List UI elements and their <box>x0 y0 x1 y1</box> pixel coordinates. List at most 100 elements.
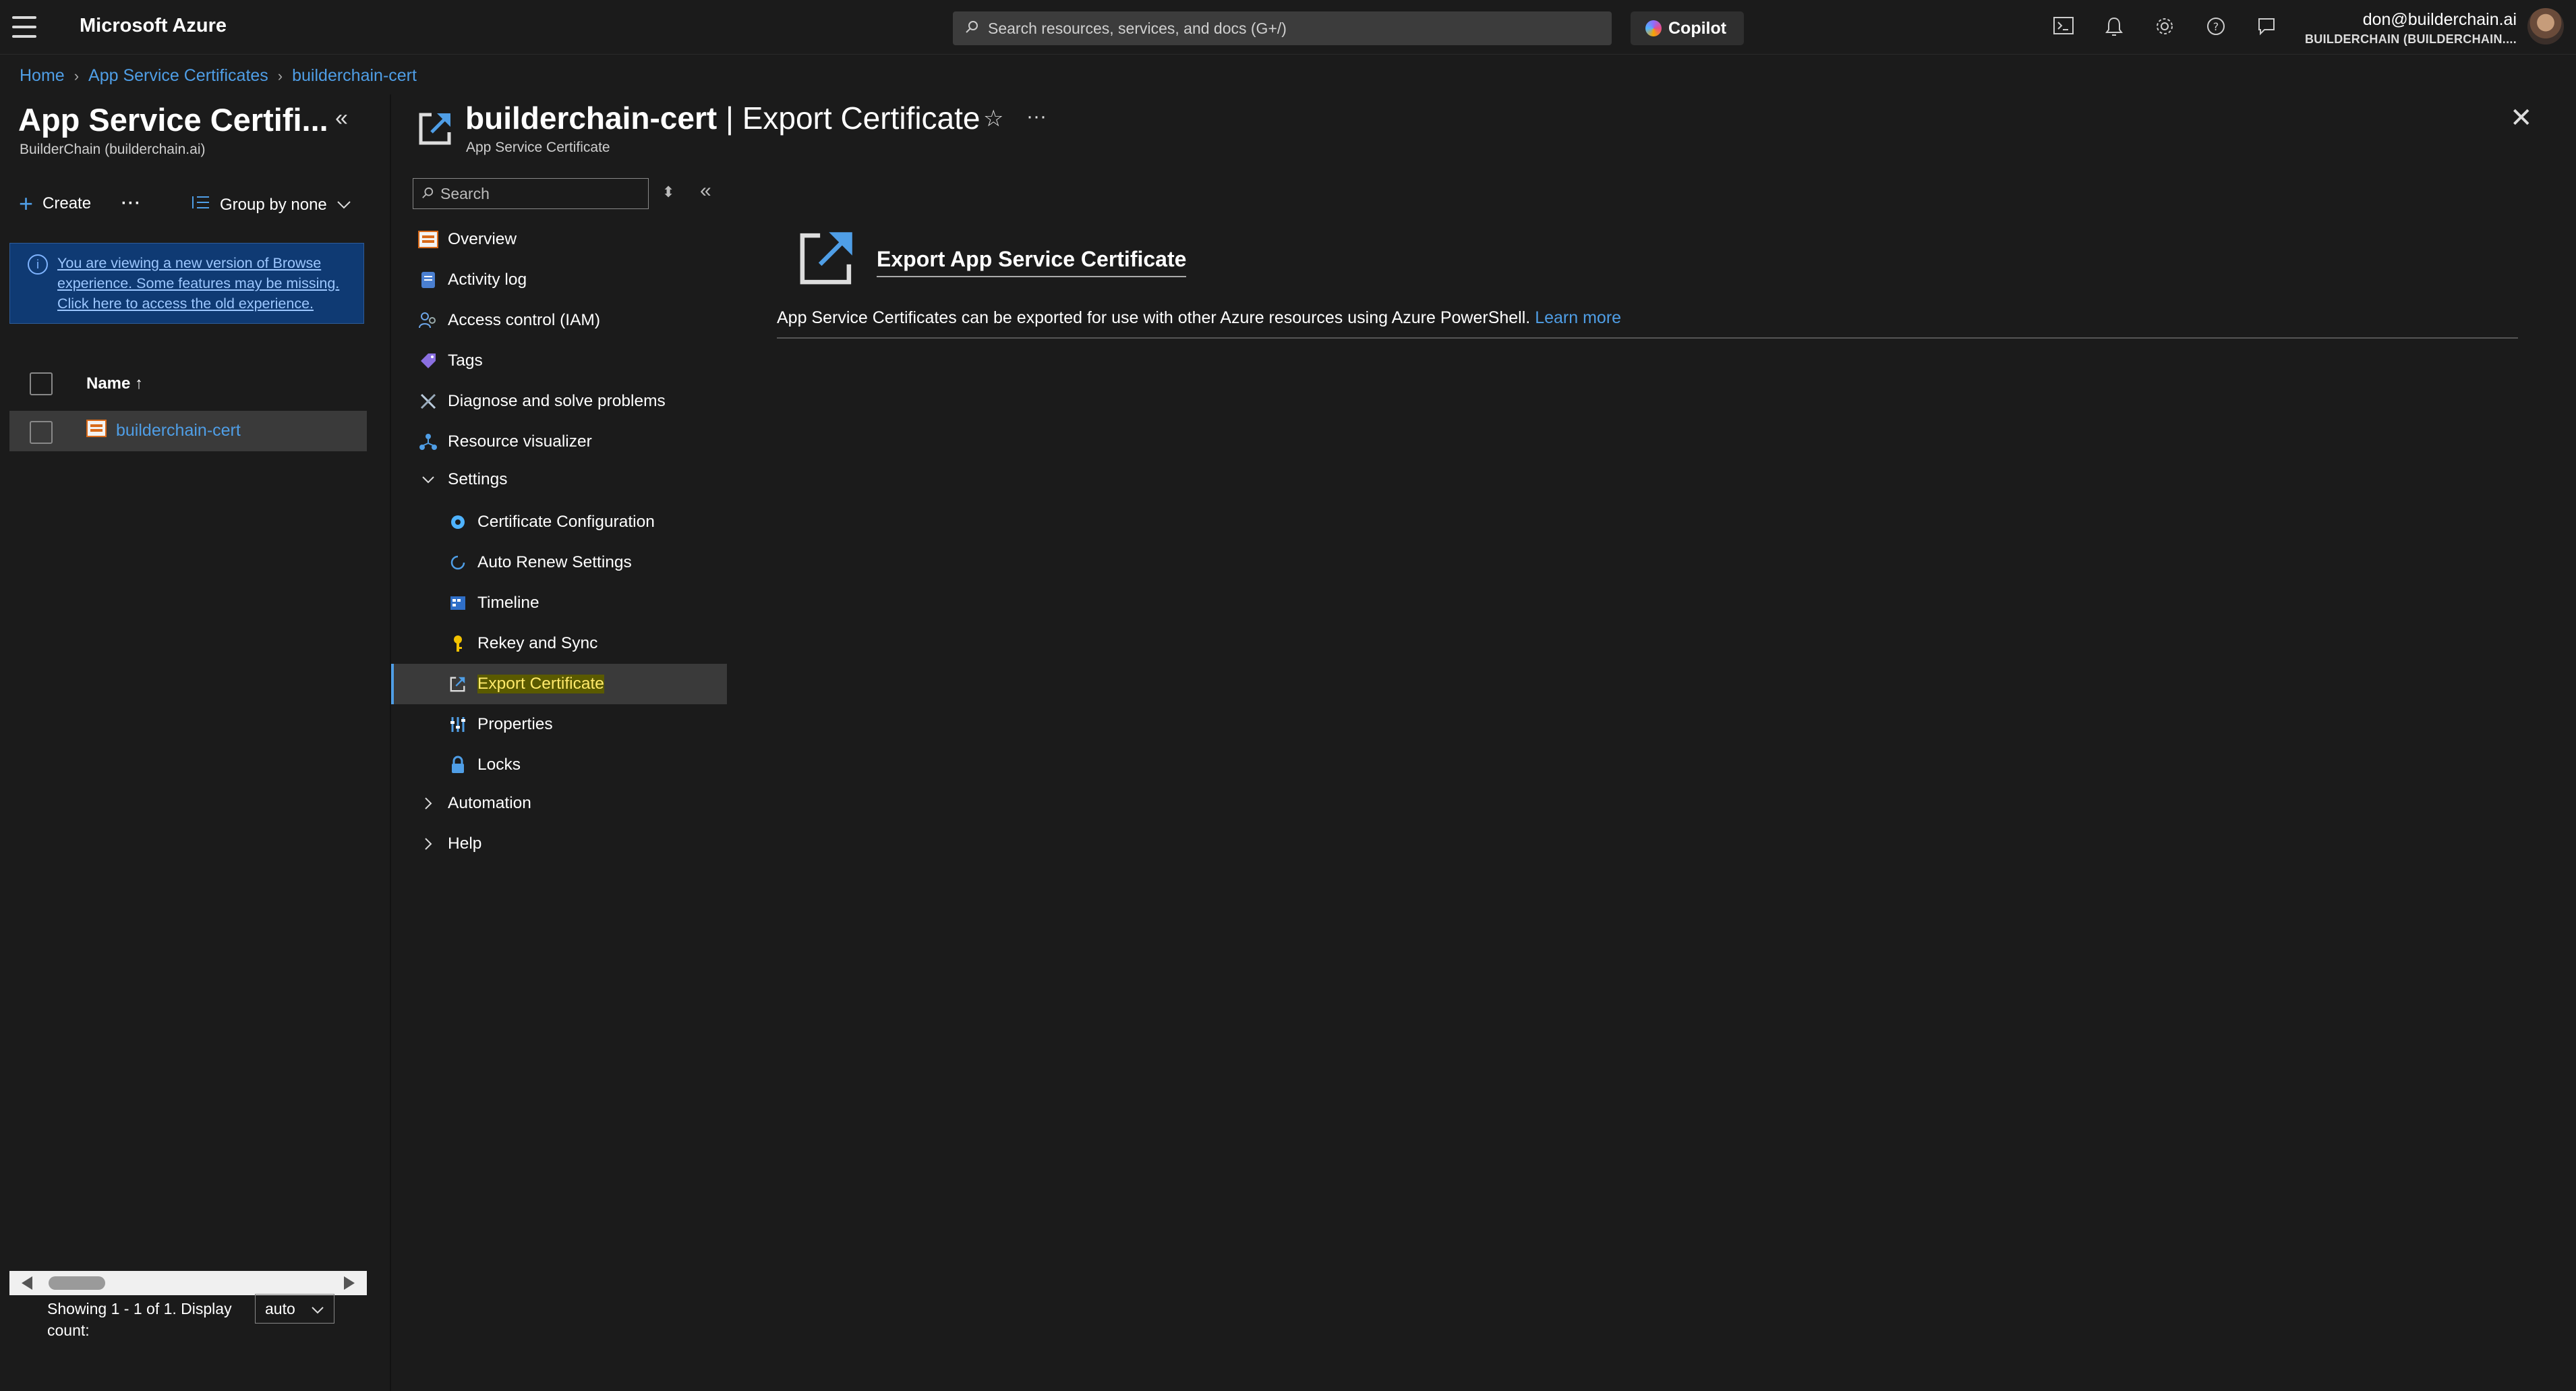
lock-icon <box>448 755 468 775</box>
timeline-icon <box>448 593 468 613</box>
copilot-button[interactable]: Copilot <box>1631 11 1744 45</box>
chevron-right-icon <box>418 793 438 814</box>
scroll-right-icon[interactable] <box>344 1276 355 1290</box>
gear-icon[interactable] <box>2153 16 2177 39</box>
info-banner[interactable]: i You are viewing a new version of Brows… <box>9 243 364 324</box>
collapse-menu-icon[interactable]: « <box>700 179 711 202</box>
menu-item-tags[interactable]: Tags <box>391 341 727 381</box>
tag-icon <box>418 351 438 371</box>
menu-item-properties[interactable]: Properties <box>391 704 727 745</box>
collapse-pane-icon[interactable]: « <box>335 105 348 132</box>
info-banner-link[interactable]: You are viewing a new version of Browse … <box>57 253 359 314</box>
breadcrumb: Home › App Service Certificates › builde… <box>20 66 417 86</box>
breadcrumb-builderchain-cert[interactable]: builderchain-cert <box>292 66 417 86</box>
gear-icon <box>448 512 468 532</box>
paging-summary: Showing 1 - 1 of 1. Display count: <box>47 1300 232 1339</box>
export-icon <box>417 109 455 147</box>
menu-search-placeholder: Search <box>440 184 490 202</box>
info-icon: i <box>28 254 48 275</box>
display-count-select[interactable]: auto <box>255 1294 334 1324</box>
sort-icon[interactable]: ⬍ <box>662 183 674 201</box>
breadcrumb-home[interactable]: Home <box>20 66 65 86</box>
chevron-right-icon: › <box>74 67 80 84</box>
hamburger-menu-icon[interactable] <box>12 16 36 38</box>
certificate-icon <box>418 229 438 250</box>
content-description: App Service Certificates can be exported… <box>777 308 1621 328</box>
resource-type: App Service Certificate <box>466 140 610 155</box>
row-checkbox[interactable] <box>30 421 53 444</box>
visualizer-icon <box>418 432 438 452</box>
learn-more-link[interactable]: Learn more <box>1535 308 1621 327</box>
menu-item-timeline[interactable]: Timeline <box>391 583 727 623</box>
activity-log-icon <box>418 270 438 290</box>
menu-item-auto-renew[interactable]: Auto Renew Settings <box>391 542 727 583</box>
copilot-icon <box>1645 20 1662 36</box>
brand-title[interactable]: Microsoft Azure <box>80 15 227 37</box>
horizontal-scrollbar[interactable] <box>9 1271 367 1295</box>
page-title: builderchain-cert | Export Certificate <box>465 100 980 136</box>
export-icon <box>448 674 468 694</box>
search-icon <box>965 20 978 38</box>
menu-item-rekey-sync[interactable]: Rekey and Sync <box>391 623 727 664</box>
scroll-thumb[interactable] <box>49 1276 105 1290</box>
create-button[interactable]: + Create <box>19 190 92 217</box>
menu-item-activity-log[interactable]: Activity log <box>391 260 727 300</box>
svg-text:?: ? <box>2213 20 2219 33</box>
feedback-icon[interactable] <box>2254 16 2279 39</box>
avatar[interactable] <box>2527 8 2564 45</box>
menu-group-settings[interactable]: Settings <box>391 459 727 500</box>
scroll-left-icon[interactable] <box>22 1276 32 1290</box>
more-options-icon[interactable]: ··· <box>1026 105 1047 128</box>
divider <box>777 337 2518 339</box>
menu-item-export-certificate[interactable]: Export Certificate <box>391 664 727 704</box>
menu-item-resource-visualizer[interactable]: Resource visualizer <box>391 422 727 462</box>
favorite-star-icon[interactable]: ☆ <box>983 105 1003 132</box>
resource-name: builderchain-cert <box>465 101 718 136</box>
user-email[interactable]: don@builderchain.ai <box>2363 10 2517 30</box>
breadcrumb-app-service-certificates[interactable]: App Service Certificates <box>88 66 268 86</box>
menu-item-overview[interactable]: Overview <box>391 219 727 260</box>
chevron-right-icon <box>418 834 438 854</box>
menu-item-certificate-configuration[interactable]: Certificate Configuration <box>391 502 727 542</box>
more-options-button[interactable]: ··· <box>121 194 142 213</box>
group-by-dropdown[interactable]: Group by none <box>192 194 351 215</box>
key-icon <box>448 633 468 654</box>
menu-item-access-control[interactable]: Access control (IAM) <box>391 300 727 341</box>
chevron-down-icon <box>311 1300 324 1318</box>
menu-item-locks[interactable]: Locks <box>391 745 727 785</box>
menu-group-automation[interactable]: Automation <box>391 783 727 824</box>
list-icon <box>192 194 210 215</box>
copilot-label: Copilot <box>1668 18 1727 38</box>
select-all-checkbox[interactable] <box>30 372 53 395</box>
renew-icon <box>448 552 468 573</box>
chevron-right-icon: › <box>277 67 283 84</box>
plus-icon: + <box>19 190 34 217</box>
bell-icon[interactable] <box>2102 16 2126 39</box>
name-column-header[interactable]: Name ↑ <box>86 374 143 393</box>
search-icon <box>421 185 434 203</box>
chevron-down-icon <box>336 196 351 215</box>
people-icon <box>418 310 438 331</box>
global-search-input[interactable]: Search resources, services, and docs (G+… <box>953 11 1612 45</box>
global-search-placeholder: Search resources, services, and docs (G+… <box>988 19 1287 37</box>
properties-icon <box>448 714 468 735</box>
chevron-down-icon <box>418 470 438 490</box>
cloud-shell-icon[interactable] <box>2051 16 2076 39</box>
help-icon[interactable]: ? <box>2204 16 2228 39</box>
content-heading: Export App Service Certificate <box>877 247 1187 277</box>
user-tenant[interactable]: BUILDERCHAIN (BUILDERCHAIN.... <box>2305 32 2517 47</box>
row-name-link[interactable]: builderchain-cert <box>116 421 241 441</box>
menu-group-help[interactable]: Help <box>391 824 727 864</box>
display-count-value: auto <box>265 1299 295 1317</box>
export-icon <box>796 227 858 289</box>
blade-name: | Export Certificate <box>725 101 980 136</box>
left-pane-subtitle: BuilderChain (builderchain.ai) <box>20 142 206 157</box>
create-label: Create <box>42 194 92 212</box>
description-text: App Service Certificates can be exported… <box>777 308 1531 327</box>
left-pane-title: App Service Certifi... <box>18 102 328 138</box>
menu-search-input[interactable]: Search <box>413 178 649 209</box>
close-icon[interactable]: ✕ <box>2510 103 2533 134</box>
certificate-icon <box>86 420 107 437</box>
wrench-icon <box>418 391 438 411</box>
menu-item-diagnose[interactable]: Diagnose and solve problems <box>391 381 727 422</box>
